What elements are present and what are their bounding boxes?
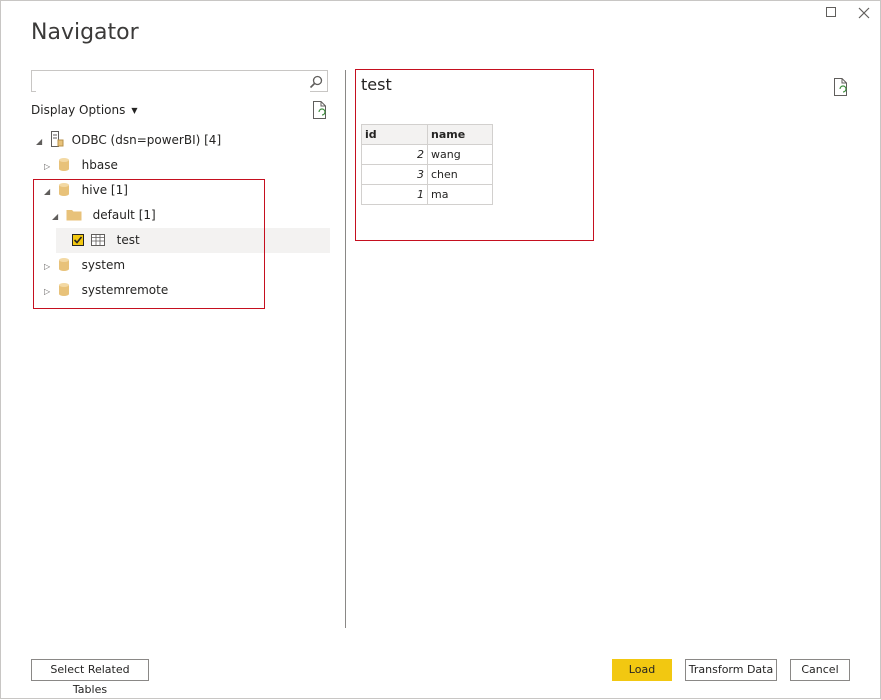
cell-name: ma <box>427 184 493 205</box>
display-options-label: Display Options <box>31 103 126 117</box>
close-button[interactable] <box>858 7 870 22</box>
select-related-tables-button[interactable]: Select Related Tables <box>31 659 149 696</box>
preview-table: id name 2 wang 3 chen 1 ma <box>361 124 493 205</box>
expanded-triangle-icon[interactable]: ◢ <box>36 129 46 154</box>
search-icon[interactable] <box>309 74 323 93</box>
collapsed-triangle-icon[interactable]: ▷ <box>44 154 54 179</box>
tree-item-hbase[interactable]: ▷ hbase <box>44 153 118 178</box>
display-options-dropdown[interactable]: Display Options ▼ <box>31 103 138 117</box>
cell-id: 1 <box>361 184 428 205</box>
table-row: 3 chen <box>361 164 493 185</box>
search-input[interactable] <box>36 72 310 92</box>
cell-name: chen <box>427 164 493 185</box>
refresh-document-icon <box>313 101 326 119</box>
column-header-name[interactable]: name <box>427 124 493 145</box>
tree-label: ODBC (dsn=powerBI) [4] <box>71 133 222 147</box>
cell-id: 2 <box>361 144 428 165</box>
table-row: 1 ma <box>361 184 493 205</box>
column-header-id[interactable]: id <box>361 124 428 145</box>
maximize-button[interactable] <box>826 7 837 21</box>
annotation-box-tree <box>33 179 265 309</box>
refresh-preview-button[interactable] <box>833 78 849 100</box>
database-icon <box>58 158 69 171</box>
cell-name: wang <box>427 144 493 165</box>
preview-title: test <box>361 75 392 94</box>
load-button[interactable]: Load <box>612 659 672 681</box>
refresh-left-button[interactable] <box>312 101 328 123</box>
refresh-document-icon <box>834 78 847 96</box>
chevron-down-icon: ▼ <box>131 106 138 115</box>
cell-id: 3 <box>361 164 428 185</box>
panel-divider <box>345 70 346 628</box>
cancel-button[interactable]: Cancel <box>790 659 850 681</box>
server-icon <box>50 131 64 147</box>
search-box[interactable] <box>31 70 328 92</box>
table-row: 2 wang <box>361 144 493 165</box>
close-icon <box>858 7 870 19</box>
preview-table-container: id name 2 wang 3 chen 1 ma <box>361 124 493 205</box>
page-title: Navigator <box>31 20 139 45</box>
tree-label: hbase <box>81 158 118 172</box>
transform-data-button[interactable]: Transform Data <box>685 659 777 681</box>
maximize-icon <box>826 7 836 17</box>
tree-root-odbc[interactable]: ◢ ODBC (dsn=powerBI) [4] <box>36 128 221 153</box>
